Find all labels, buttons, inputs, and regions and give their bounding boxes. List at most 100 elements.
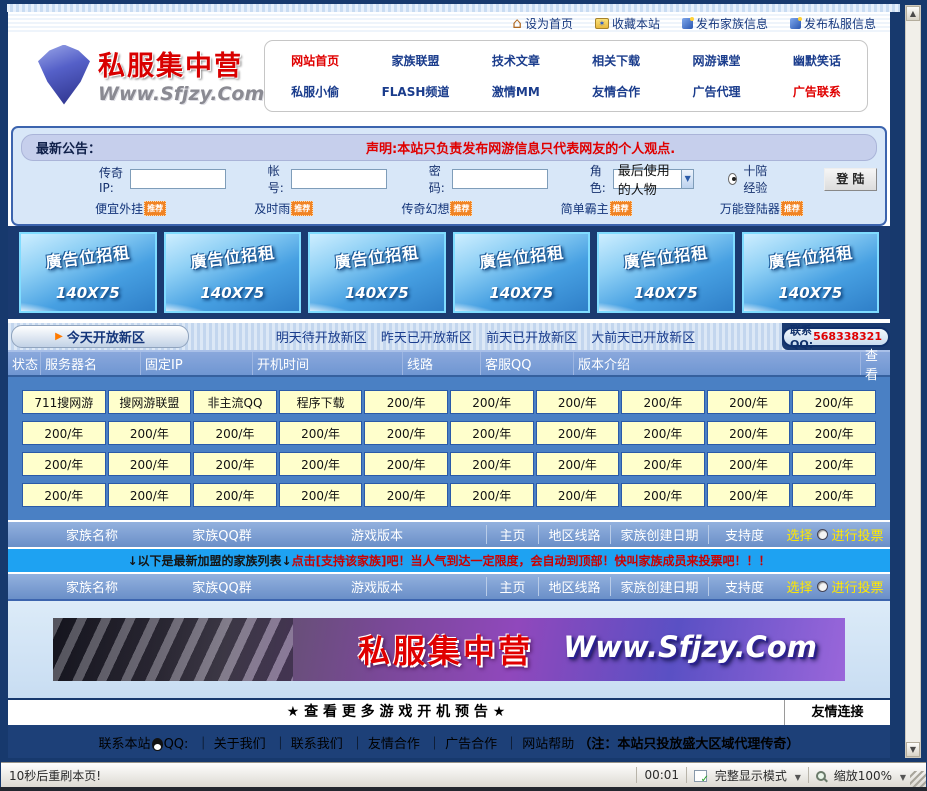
slot-cell[interactable]: 200/年 bbox=[621, 452, 705, 476]
set-home-link[interactable]: ⌂ 设为首页 bbox=[512, 15, 573, 32]
slot-cell[interactable]: 200/年 bbox=[536, 421, 620, 445]
newzone-link-earlier[interactable]: 大前天已开放新区 bbox=[591, 331, 695, 346]
nav-ad-contact[interactable]: 广告联系 bbox=[767, 83, 867, 100]
nav-jokes[interactable]: 幽默笑话 bbox=[767, 52, 867, 69]
role-select[interactable]: 最后使用的人物 ▼ bbox=[613, 169, 695, 189]
vote-link[interactable]: 进行投票 bbox=[832, 577, 884, 596]
slot-cell[interactable]: 200/年 bbox=[279, 452, 363, 476]
slot-cell[interactable]: 200/年 bbox=[279, 483, 363, 507]
account-input[interactable] bbox=[291, 169, 387, 189]
vote-radio[interactable] bbox=[817, 529, 828, 540]
slot-cell[interactable]: 200/年 bbox=[450, 390, 534, 414]
slot-cell[interactable]: 200/年 bbox=[193, 483, 277, 507]
nav-family-union[interactable]: 家族联盟 bbox=[365, 52, 465, 69]
slot-cell[interactable]: 200/年 bbox=[364, 421, 448, 445]
footer-link-about[interactable]: 关于我们 bbox=[214, 737, 266, 752]
quick-link-denglu[interactable]: 万能登陆器推荐 bbox=[720, 200, 803, 217]
newzone-link-yesterday[interactable]: 昨天已开放新区 bbox=[381, 331, 472, 346]
zoom-button[interactable]: 缩放100% ▼ bbox=[816, 767, 906, 784]
slot-cell[interactable]: 200/年 bbox=[792, 421, 876, 445]
slot-cell[interactable]: 200/年 bbox=[364, 483, 448, 507]
slot-cell[interactable]: 200/年 bbox=[792, 390, 876, 414]
quick-link-waigua[interactable]: 便宜外挂推荐 bbox=[95, 200, 166, 217]
footer-link-coop[interactable]: 友情合作 bbox=[368, 737, 420, 752]
slot-cell[interactable]: 程序下载 bbox=[279, 390, 363, 414]
slot-cell[interactable]: 200/年 bbox=[279, 421, 363, 445]
slot-cell[interactable]: 200/年 bbox=[22, 421, 106, 445]
resize-grip[interactable] bbox=[910, 771, 926, 787]
nav-mm[interactable]: 激情MM bbox=[466, 83, 566, 100]
slot-cell[interactable]: 200/年 bbox=[364, 452, 448, 476]
ad-banner[interactable]: 廣告位招租140X75 bbox=[19, 232, 157, 313]
slot-cell[interactable]: 200/年 bbox=[450, 452, 534, 476]
scroll-up-button[interactable]: ▲ bbox=[906, 6, 920, 21]
slot-cell[interactable]: 200/年 bbox=[108, 421, 192, 445]
vertical-scrollbar[interactable]: ▲ ▼ bbox=[905, 5, 921, 758]
more-schedule-link[interactable]: ★ 查 看 更 多 游 戏 开 机 预 告 ★ bbox=[8, 700, 784, 725]
footer-link-contact[interactable]: 联系我们 bbox=[291, 737, 343, 752]
select-label[interactable]: 选择 bbox=[786, 577, 812, 596]
scrollbar-track[interactable] bbox=[906, 21, 920, 742]
slot-cell[interactable]: 200/年 bbox=[364, 390, 448, 414]
slot-cell[interactable]: 200/年 bbox=[450, 421, 534, 445]
slot-cell[interactable]: 200/年 bbox=[536, 452, 620, 476]
display-mode-button[interactable]: 完整显示模式 ▼ bbox=[694, 767, 801, 784]
slot-cell[interactable]: 200/年 bbox=[792, 483, 876, 507]
slot-cell[interactable]: 200/年 bbox=[707, 452, 791, 476]
scroll-down-button[interactable]: ▼ bbox=[906, 742, 920, 757]
slot-cell[interactable]: 搜网游联盟 bbox=[108, 390, 192, 414]
today-newzone-tab[interactable]: ▶ 今天开放新区 bbox=[11, 325, 189, 348]
slot-cell[interactable]: 200/年 bbox=[536, 390, 620, 414]
nav-game-class[interactable]: 网游课堂 bbox=[666, 52, 766, 69]
ad-banner[interactable]: 廣告位招租140X75 bbox=[597, 232, 735, 313]
slot-cell[interactable]: 200/年 bbox=[707, 390, 791, 414]
ad-banner[interactable]: 廣告位招租140X75 bbox=[308, 232, 446, 313]
slot-cell[interactable]: 200/年 bbox=[108, 483, 192, 507]
slot-cell[interactable]: 200/年 bbox=[22, 452, 106, 476]
nav-flash[interactable]: FLASH频道 bbox=[365, 83, 465, 100]
slot-cell[interactable]: 非主流QQ bbox=[193, 390, 277, 414]
nav-ad-agent[interactable]: 广告代理 bbox=[666, 83, 766, 100]
quick-link-huanxiang[interactable]: 传奇幻想推荐 bbox=[401, 200, 472, 217]
exp-radio[interactable] bbox=[728, 173, 737, 185]
slot-cell[interactable]: 200/年 bbox=[621, 390, 705, 414]
slot-cell[interactable]: 200/年 bbox=[707, 421, 791, 445]
quick-link-bazhu[interactable]: 简单霸主推荐 bbox=[561, 200, 632, 217]
site-logo[interactable]: 私服集中营 Www.Sfjzy.Com bbox=[38, 44, 264, 105]
slot-cell[interactable]: 711搜网游 bbox=[22, 390, 106, 414]
publish-sifu-link[interactable]: 发布私服信息 bbox=[790, 15, 876, 32]
slot-cell[interactable]: 200/年 bbox=[707, 483, 791, 507]
nav-sifu-thief[interactable]: 私服小偷 bbox=[265, 83, 365, 100]
ad-banner[interactable]: 廣告位招租140X75 bbox=[164, 232, 302, 313]
ad-banner[interactable]: 廣告位招租140X75 bbox=[453, 232, 591, 313]
friend-links[interactable]: 友情连接 bbox=[784, 700, 890, 725]
newzone-link-daybefore[interactable]: 前天已开放新区 bbox=[486, 331, 577, 346]
contact-qq-button[interactable]: 联系QQ: 568338321 bbox=[782, 327, 890, 347]
slot-cell[interactable]: 200/年 bbox=[621, 421, 705, 445]
slot-cell[interactable]: 200/年 bbox=[792, 452, 876, 476]
slot-cell[interactable]: 200/年 bbox=[621, 483, 705, 507]
ad-banner[interactable]: 廣告位招租140X75 bbox=[742, 232, 880, 313]
slot-cell[interactable]: 200/年 bbox=[450, 483, 534, 507]
quick-link-jishiyu[interactable]: 及时雨推荐 bbox=[254, 200, 313, 217]
select-label[interactable]: 选择 bbox=[786, 525, 812, 544]
login-button[interactable]: 登 陆 bbox=[824, 168, 877, 191]
footer-link-help[interactable]: 网站帮助 bbox=[522, 737, 574, 752]
nav-tech-articles[interactable]: 技术文章 bbox=[466, 52, 566, 69]
nav-downloads[interactable]: 相关下载 bbox=[566, 52, 666, 69]
nav-home[interactable]: 网站首页 bbox=[265, 52, 365, 69]
slot-cell[interactable]: 200/年 bbox=[22, 483, 106, 507]
publish-family-link[interactable]: 发布家族信息 bbox=[682, 15, 768, 32]
slot-cell[interactable]: 200/年 bbox=[193, 452, 277, 476]
newzone-link-tomorrow[interactable]: 明天待开放新区 bbox=[276, 331, 367, 346]
password-input[interactable] bbox=[452, 169, 548, 189]
footer-link-ad[interactable]: 广告合作 bbox=[445, 737, 497, 752]
add-favorite-link[interactable]: ✶ 收藏本站 bbox=[595, 15, 660, 32]
vote-radio[interactable] bbox=[817, 581, 828, 592]
slot-cell[interactable]: 200/年 bbox=[193, 421, 277, 445]
vote-link[interactable]: 进行投票 bbox=[832, 525, 884, 544]
slot-cell[interactable]: 200/年 bbox=[108, 452, 192, 476]
nav-cooperation[interactable]: 友情合作 bbox=[566, 83, 666, 100]
slot-cell[interactable]: 200/年 bbox=[536, 483, 620, 507]
ip-input[interactable] bbox=[130, 169, 226, 189]
